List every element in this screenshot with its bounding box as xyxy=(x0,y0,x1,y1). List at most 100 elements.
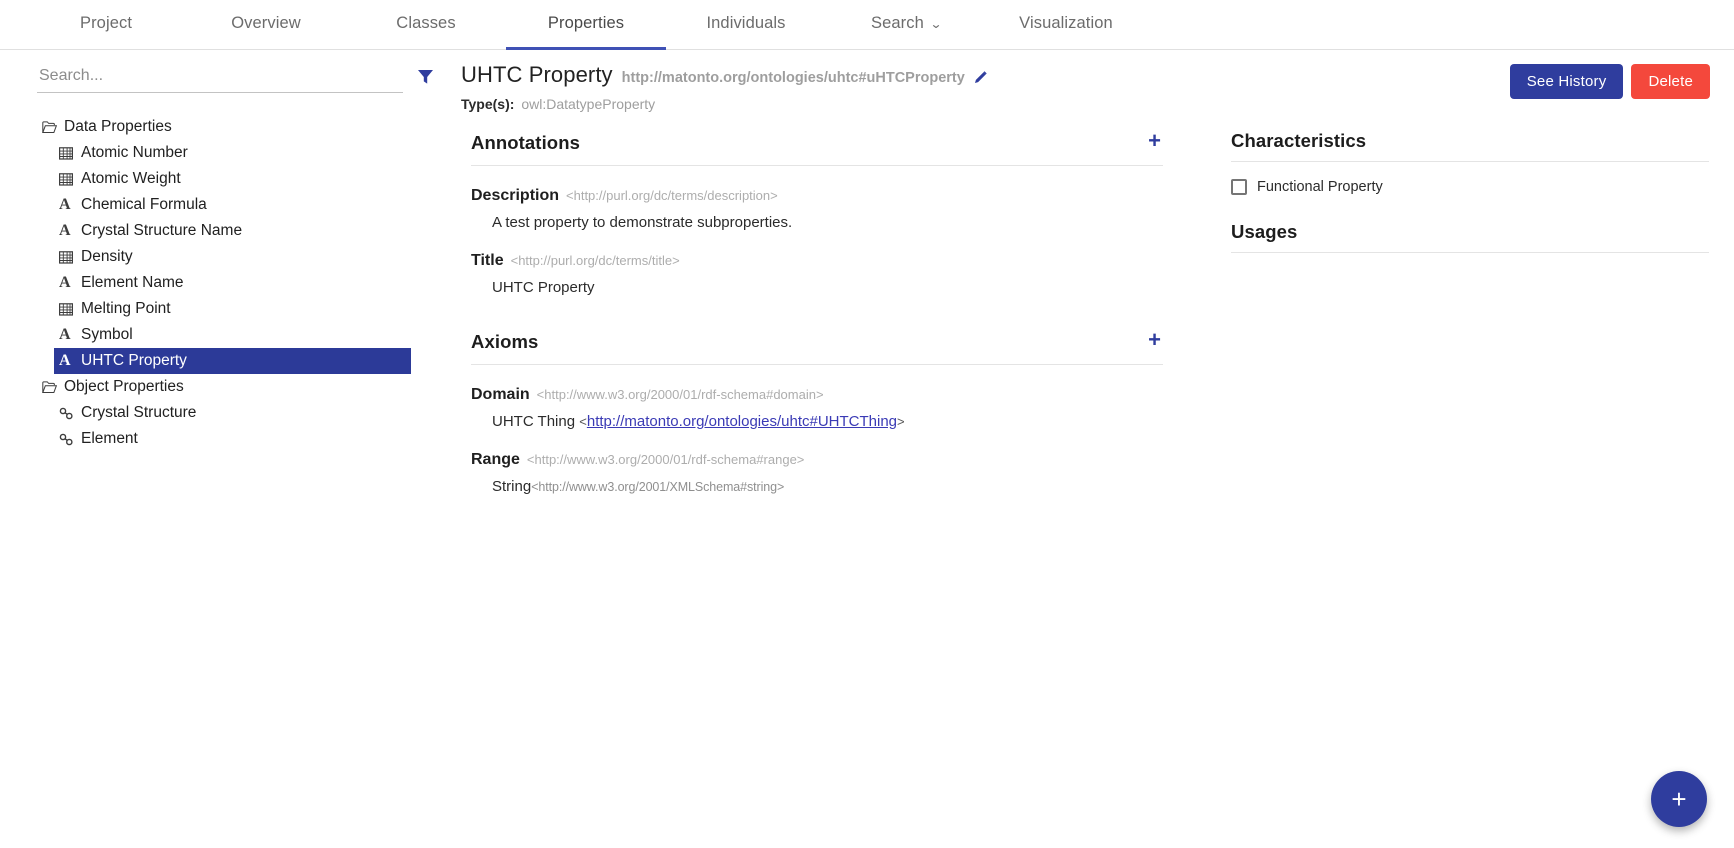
annotation-uri: <http://purl.org/dc/terms/description> xyxy=(566,188,778,203)
property-tree: Data Properties Atomic Number Atomic Wei… xyxy=(0,114,455,452)
annotation-name: Description xyxy=(471,187,560,204)
nav-tab-classes[interactable]: Classes xyxy=(346,0,506,50)
entity-header: UHTC Property http://matonto.org/ontolog… xyxy=(455,62,1734,112)
usages-section-header: Usages xyxy=(1231,221,1709,253)
tree-item-melting-point[interactable]: Melting Point xyxy=(0,296,455,322)
nav-tab-label: Overview xyxy=(231,14,301,32)
tree-item-density[interactable]: Density xyxy=(0,244,455,270)
annotation-uri: <http://purl.org/dc/terms/title> xyxy=(510,253,680,268)
axiom-value: String<http://www.w3.org/2001/XMLSchema#… xyxy=(492,478,1163,495)
open-folder-icon xyxy=(42,380,61,394)
tree-item-label: Symbol xyxy=(81,326,133,343)
axiom-uri: <http://www.w3.org/2000/01/rdf-schema#ra… xyxy=(526,452,805,467)
annotation-title: Title <http://purl.org/dc/terms/title> U… xyxy=(471,252,1163,296)
annotations-section-header: Annotations + xyxy=(471,130,1163,166)
numeric-datatype-icon xyxy=(59,172,78,186)
detail-columns: Annotations + Description <http://purl.o… xyxy=(455,130,1734,848)
annotation-header: Title <http://purl.org/dc/terms/title> xyxy=(471,252,1163,270)
nav-tab-label: Properties xyxy=(547,14,625,32)
tree-item-label: Melting Point xyxy=(81,300,171,317)
string-datatype-icon: A xyxy=(59,222,71,239)
entity-types-label: Type(s): xyxy=(461,96,515,112)
axiom-name: Domain xyxy=(471,386,530,403)
main-navigation-bar: Project Overview Classes Properties Indi… xyxy=(0,0,1734,50)
axioms-title: Axioms xyxy=(471,331,539,352)
functional-property-checkbox[interactable] xyxy=(1231,179,1247,195)
nav-tab-label: Visualization xyxy=(1019,14,1113,32)
tree-item-atomic-number[interactable]: Atomic Number xyxy=(0,140,455,166)
tree-item-label: UHTC Property xyxy=(81,352,187,369)
string-datatype-icon: A xyxy=(59,352,71,369)
tree-item-atomic-weight[interactable]: Atomic Weight xyxy=(0,166,455,192)
tree-item-label: Atomic Weight xyxy=(81,170,181,187)
link-icon xyxy=(59,407,78,420)
nav-tab-label: Search xyxy=(870,14,924,32)
annotations-axioms-column: Annotations + Description <http://purl.o… xyxy=(461,130,1213,848)
tree-item-label: Element xyxy=(81,430,138,447)
characteristic-label: Functional Property xyxy=(1257,179,1383,195)
search-input[interactable] xyxy=(37,64,403,93)
property-tree-sidebar: Data Properties Atomic Number xyxy=(0,50,455,848)
nav-tab-overview[interactable]: Overview xyxy=(186,0,346,50)
tree-item-crystal-structure[interactable]: Crystal Structure xyxy=(0,400,455,426)
tree-item-symbol[interactable]: A Symbol xyxy=(0,322,455,348)
characteristics-title: Characteristics xyxy=(1231,130,1367,151)
open-folder-icon xyxy=(42,120,61,134)
filter-icon[interactable] xyxy=(413,65,437,89)
tree-item-label: Data Properties xyxy=(64,118,172,135)
add-entity-fab[interactable]: + xyxy=(1651,771,1707,827)
axiom-uri: <http://www.w3.org/2000/01/rdf-schema#do… xyxy=(536,387,824,402)
entity-iri: http://matonto.org/ontologies/uhtc#uHTCP… xyxy=(621,70,965,86)
entity-types-value: owl:DatatypeProperty xyxy=(521,96,656,112)
nav-tab-search[interactable]: Search ⌄ xyxy=(826,0,986,50)
string-datatype-icon: A xyxy=(59,196,71,213)
tree-item-label: Density xyxy=(81,248,133,265)
nav-tab-individuals[interactable]: Individuals xyxy=(666,0,826,50)
see-history-button[interactable]: See History xyxy=(1509,64,1624,99)
axiom-range: Range <http://www.w3.org/2000/01/rdf-sch… xyxy=(471,451,1163,495)
tree-item-element[interactable]: Element xyxy=(0,426,455,452)
annotation-value: A test property to demonstrate subproper… xyxy=(492,214,793,231)
tree-item-crystal-structure-name[interactable]: A Crystal Structure Name xyxy=(0,218,455,244)
nav-tab-visualization[interactable]: Visualization xyxy=(986,0,1146,50)
plus-icon: + xyxy=(1671,784,1687,814)
tree-folder-object-properties[interactable]: Object Properties xyxy=(0,374,455,400)
delete-button[interactable]: Delete xyxy=(1631,64,1710,99)
usages-title: Usages xyxy=(1231,221,1298,242)
axiom-name: Range xyxy=(471,451,520,468)
tree-item-label: Atomic Number xyxy=(81,144,188,161)
page-title: UHTC Property xyxy=(461,62,613,87)
axiom-value: UHTC Thing <http://matonto.org/ontologie… xyxy=(492,413,1163,430)
numeric-datatype-icon xyxy=(59,250,78,264)
characteristics-section-header: Characteristics xyxy=(1231,130,1709,162)
axiom-domain: Domain <http://www.w3.org/2000/01/rdf-sc… xyxy=(471,386,1163,430)
entity-types: Type(s): owl:DatatypeProperty xyxy=(461,96,1510,112)
axiom-value-label: String xyxy=(492,478,532,495)
nav-tab-project[interactable]: Project xyxy=(26,0,186,50)
axioms-section-header: Axioms + xyxy=(471,329,1163,365)
nav-tab-properties[interactable]: Properties xyxy=(506,0,666,50)
annotation-header: Description <http://purl.org/dc/terms/de… xyxy=(471,187,1163,205)
tree-item-uhtc-property[interactable]: A UHTC Property xyxy=(54,348,411,374)
entity-detail-panel: UHTC Property http://matonto.org/ontolog… xyxy=(455,50,1734,848)
add-annotation-button[interactable]: + xyxy=(1146,130,1163,156)
axiom-value-link[interactable]: http://matonto.org/ontologies/uhtc#UHTCT… xyxy=(587,413,897,430)
tree-folder-data-properties[interactable]: Data Properties xyxy=(0,114,455,140)
add-axiom-button[interactable]: + xyxy=(1146,329,1163,355)
entity-action-buttons: See History Delete xyxy=(1509,64,1710,99)
nav-tab-label: Project xyxy=(79,14,133,32)
tree-item-label: Element Name xyxy=(81,274,184,291)
characteristics-usages-column: Characteristics Functional Property Usag… xyxy=(1213,130,1734,848)
axiom-value-label: UHTC Thing xyxy=(492,413,576,430)
workspace: Data Properties Atomic Number xyxy=(0,50,1734,848)
string-datatype-icon: A xyxy=(59,326,71,343)
tree-item-element-name[interactable]: A Element Name xyxy=(0,270,455,296)
nav-tab-label: Individuals xyxy=(706,14,786,32)
tree-item-chemical-formula[interactable]: A Chemical Formula xyxy=(0,192,455,218)
characteristic-functional-property[interactable]: Functional Property xyxy=(1231,179,1709,195)
string-datatype-icon: A xyxy=(59,274,71,291)
annotation-description: Description <http://purl.org/dc/terms/de… xyxy=(471,187,1163,231)
nav-tab-label: Classes xyxy=(396,14,456,32)
pencil-icon[interactable] xyxy=(974,70,988,84)
numeric-datatype-icon xyxy=(59,302,78,316)
